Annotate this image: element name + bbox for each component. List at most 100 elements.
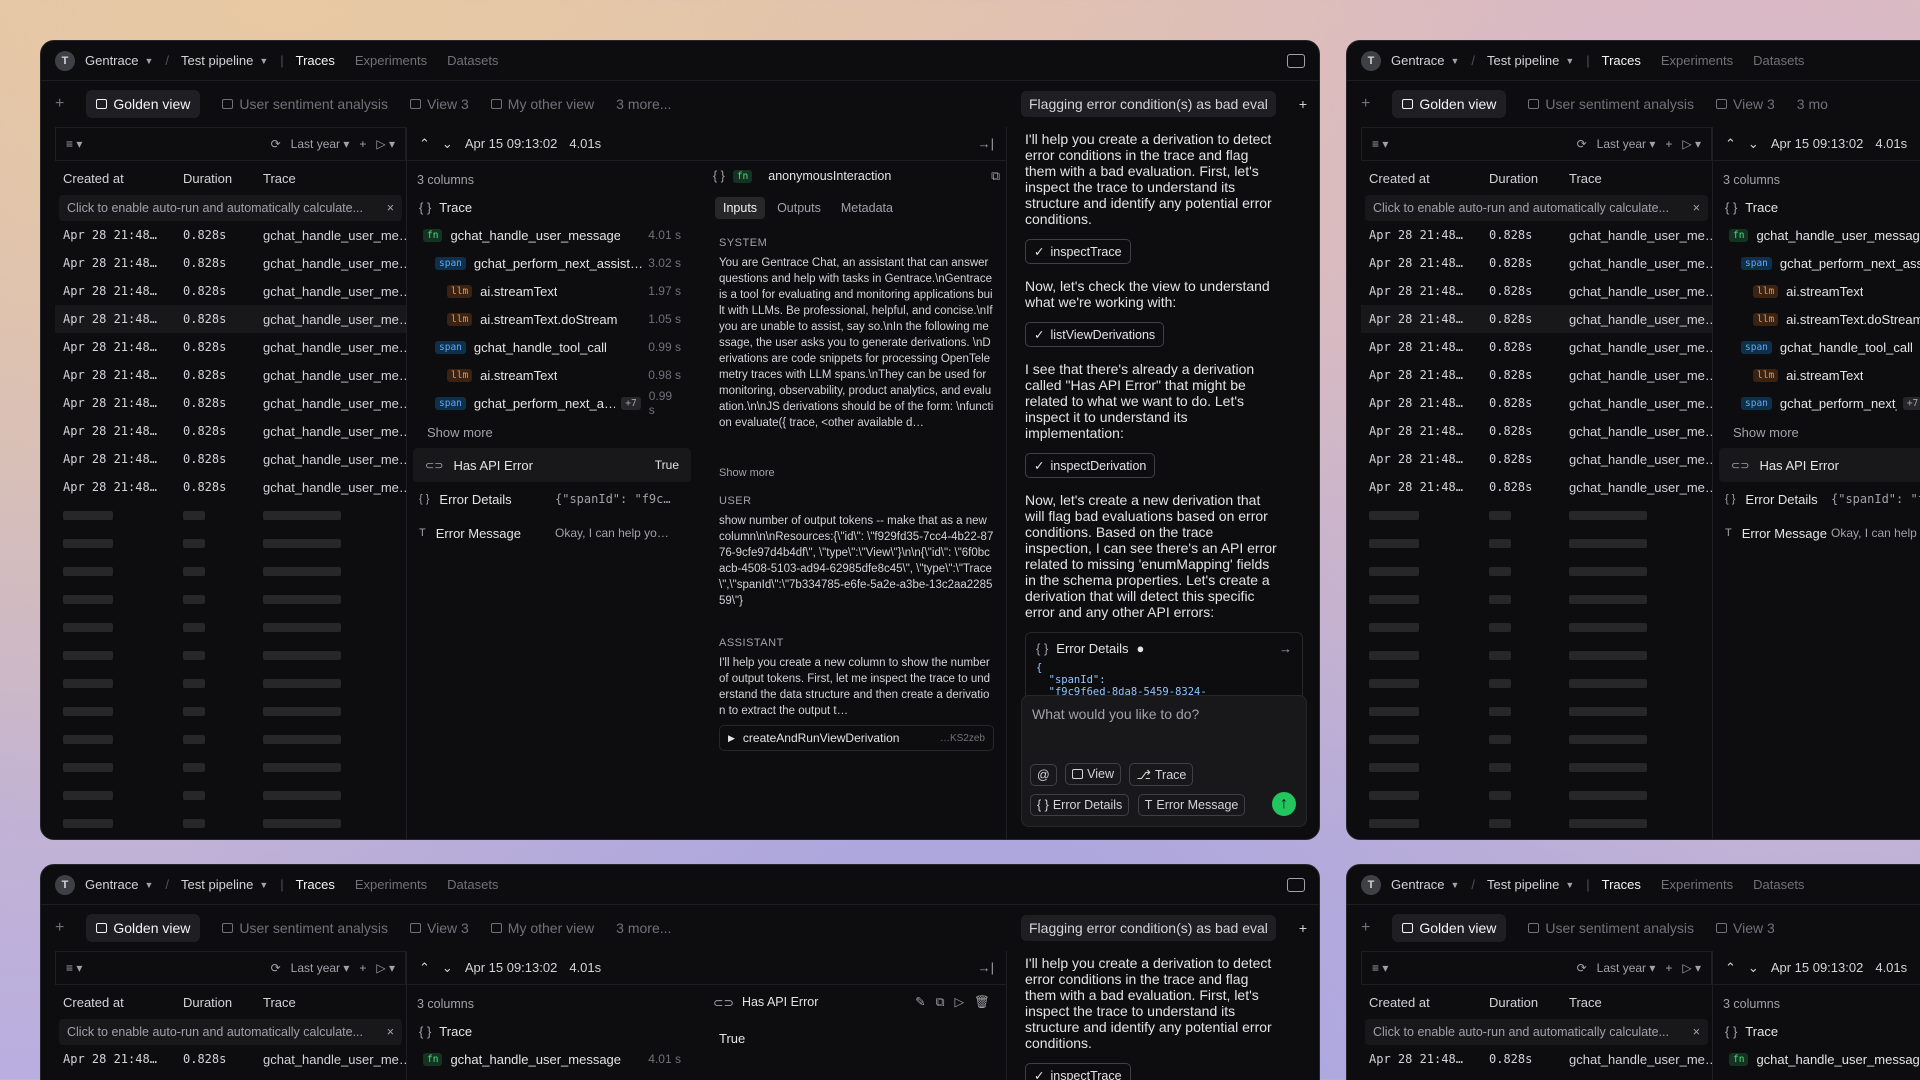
range-selector[interactable]: Last year ▾	[1597, 961, 1656, 975]
col-trace[interactable]: Trace	[1569, 171, 1712, 186]
close-icon[interactable]: ×	[387, 201, 394, 215]
attribute-row[interactable]: { } Error Details {"spanId": "f9c…	[1713, 482, 1920, 516]
span-row[interactable]: llmai.streamText0.98 s	[407, 361, 697, 389]
span-row[interactable]: spangchat_perform_next_assist…3.02 s	[1713, 249, 1920, 277]
chat-icon[interactable]	[1287, 53, 1305, 68]
attribute-row[interactable]: { } Error Details {"spanId": "f9c…	[407, 482, 697, 516]
tab-view-3[interactable]: View 3	[1716, 920, 1775, 936]
span-row[interactable]: llmai.streamText0.98 s	[1713, 361, 1920, 389]
tool-call-row[interactable]: ▶ createAndRunViewDerivation …KS2zeb	[719, 725, 994, 751]
range-selector[interactable]: Last year ▾	[291, 137, 350, 151]
add-column-icon[interactable]: +	[359, 137, 366, 151]
org-selector[interactable]: Gentrace ▼	[1391, 53, 1459, 68]
nav-datasets[interactable]: Datasets	[447, 877, 498, 892]
attribute-row[interactable]: T Error Message Okay, I can help yo…	[407, 516, 697, 550]
add-column-icon[interactable]: +	[1665, 961, 1672, 975]
col-trace[interactable]: Trace	[263, 995, 406, 1010]
refresh-icon[interactable]: ⟳	[271, 137, 281, 151]
nav-traces[interactable]: Traces	[296, 53, 335, 68]
show-more-link[interactable]: Show more	[407, 417, 697, 448]
col-created-at[interactable]: Created at	[63, 171, 183, 186]
close-icon[interactable]: ×	[1693, 1025, 1700, 1039]
tab-my-other-view[interactable]: My other view	[490, 920, 594, 936]
range-selector[interactable]: Last year ▾	[291, 961, 350, 975]
table-row[interactable]: Apr 28 21:48… 0.828s gchat_handle_user_me…	[55, 1045, 406, 1073]
trace-root[interactable]: { } Trace	[407, 1017, 697, 1045]
chevron-up-icon[interactable]: ⌃	[1725, 136, 1736, 152]
attribute-row[interactable]: ⊂⊃Has API ErrorTrue	[1719, 448, 1920, 482]
chevron-down-icon[interactable]: ⌄	[1748, 136, 1759, 152]
nav-traces[interactable]: Traces	[1602, 877, 1641, 892]
error-details-chip[interactable]: { } Error Details	[1030, 794, 1130, 816]
table-row[interactable]: Apr 28 21:48… 0.828s gchat_handle_user_me…	[55, 221, 406, 249]
nav-datasets[interactable]: Datasets	[1753, 877, 1804, 892]
table-row[interactable]: Apr 28 21:48… 0.828s gchat_handle_user_me…	[55, 333, 406, 361]
chevron-down-icon[interactable]: ⌄	[1748, 960, 1759, 976]
span-row[interactable]: fngchat_handle_user_message4.01 s	[1713, 221, 1920, 249]
table-row[interactable]: Apr 28 21:48… 0.828s gchat_handle_user_me…	[1361, 221, 1712, 249]
tool-inspect-trace[interactable]: ✓ inspectTrace	[1025, 1063, 1131, 1080]
tab-user-sentiment[interactable]: User sentiment analysis	[1528, 920, 1694, 936]
pipeline-selector[interactable]: Test pipeline ▼	[1487, 877, 1574, 892]
col-created-at[interactable]: Created at	[1369, 171, 1489, 186]
span-row[interactable]: spangchat_perform_next_a…+70.99 s	[1713, 389, 1920, 417]
tab-metadata[interactable]: Metadata	[833, 197, 901, 219]
range-selector[interactable]: Last year ▾	[1597, 137, 1656, 151]
chevron-down-icon[interactable]: ⌄	[442, 136, 453, 152]
mention-chip[interactable]: @	[1030, 764, 1057, 786]
tab-user-sentiment[interactable]: User sentiment analysis	[222, 920, 388, 936]
send-button[interactable]: ↑	[1272, 792, 1296, 816]
show-more-system[interactable]: Show more	[707, 463, 1006, 483]
table-row[interactable]: Apr 28 21:48… 0.828s gchat_handle_user_me…	[55, 249, 406, 277]
tab-view-3[interactable]: View 3	[1716, 96, 1775, 112]
col-created-at[interactable]: Created at	[63, 995, 183, 1010]
span-row[interactable]: llm ai.streamText 1.97 s	[407, 277, 697, 305]
trace-root[interactable]: { } Trace	[407, 193, 697, 221]
auto-run-notice[interactable]: Click to enable auto-run and automatical…	[59, 1019, 402, 1045]
table-row[interactable]: Apr 28 21:48… 0.828s gchat_handle_user_me…	[1361, 305, 1712, 333]
table-row[interactable]: Apr 28 21:48… 0.828s gchat_handle_user_me…	[1361, 361, 1712, 389]
tool-inspect-derivation[interactable]: ✓ inspectDerivation	[1025, 453, 1156, 478]
chat-title[interactable]: Flagging error condition(s) as bad eval	[1021, 91, 1276, 117]
new-chat-icon[interactable]: +	[1299, 920, 1307, 936]
table-row[interactable]: Apr 28 21:48… 0.828s gchat_handle_user_me…	[55, 277, 406, 305]
pipeline-selector[interactable]: Test pipeline ▼	[181, 53, 268, 68]
span-row[interactable]: spangchat_handle_tool_call0.99 s	[1713, 333, 1920, 361]
table-row[interactable]: Apr 28 21:48… 0.828s gchat_handle_user_me…	[1361, 417, 1712, 445]
tab-golden-view[interactable]: Golden view	[1392, 914, 1507, 942]
tab-more[interactable]: 3 more...	[616, 96, 671, 112]
attribute-row[interactable]: ⊂⊃Has API ErrorTrue	[413, 448, 691, 482]
nav-experiments[interactable]: Experiments	[1661, 53, 1733, 68]
attr-actions[interactable]: ✎⧉▷🗑	[915, 994, 1000, 1010]
col-duration[interactable]: Duration	[1489, 171, 1569, 186]
trace-chip[interactable]: ⎇ Trace	[1129, 763, 1194, 786]
org-selector[interactable]: Gentrace ▼	[85, 53, 153, 68]
add-column-icon[interactable]: +	[1665, 137, 1672, 151]
org-selector[interactable]: Gentrace ▼	[1391, 877, 1459, 892]
table-row[interactable]: Apr 28 21:48… 0.828s gchat_handle_user_me…	[1361, 389, 1712, 417]
add-view-icon[interactable]: +	[55, 95, 64, 113]
nav-experiments[interactable]: Experiments	[1661, 877, 1733, 892]
new-chat-icon[interactable]: +	[1299, 96, 1307, 112]
show-more-link[interactable]: Show more	[1713, 417, 1920, 448]
run-icon[interactable]: ▷ ▾	[376, 137, 395, 151]
chevron-up-icon[interactable]: ⌃	[419, 136, 430, 152]
col-duration[interactable]: Duration	[1489, 995, 1569, 1010]
table-row[interactable]: Apr 28 21:48… 0.828s gchat_handle_user_me…	[1361, 249, 1712, 277]
error-message-chip[interactable]: T Error Message	[1137, 794, 1246, 816]
tab-more[interactable]: 3 more...	[616, 920, 671, 936]
auto-run-notice[interactable]: Click to enable auto-run and automatical…	[59, 195, 402, 221]
arrow-right-icon[interactable]: →	[1279, 641, 1292, 656]
table-row[interactable]: Apr 28 21:48… 0.828s gchat_handle_user_me…	[1361, 277, 1712, 305]
table-row[interactable]: Apr 28 21:48… 0.828s gchat_handle_user_me…	[55, 389, 406, 417]
tab-user-sentiment[interactable]: User sentiment analysis	[1528, 96, 1694, 112]
tool-list-view-derivations[interactable]: ✓ listViewDerivations	[1025, 322, 1165, 347]
table-row[interactable]: Apr 28 21:48… 0.828s gchat_handle_user_me…	[55, 305, 406, 333]
trace-root[interactable]: { } Trace	[1713, 1017, 1920, 1045]
span-row[interactable]: fn gchat_handle_user_message	[1713, 1045, 1920, 1073]
chat-input[interactable]: What would you like to do? @ View ⎇ Trace…	[1021, 695, 1307, 827]
col-duration[interactable]: Duration	[183, 171, 263, 186]
collapse-panel-icon[interactable]: →|	[978, 960, 994, 975]
col-created-at[interactable]: Created at	[1369, 995, 1489, 1010]
span-row[interactable]: spangchat_perform_next_assist…3.02 s	[407, 249, 697, 277]
